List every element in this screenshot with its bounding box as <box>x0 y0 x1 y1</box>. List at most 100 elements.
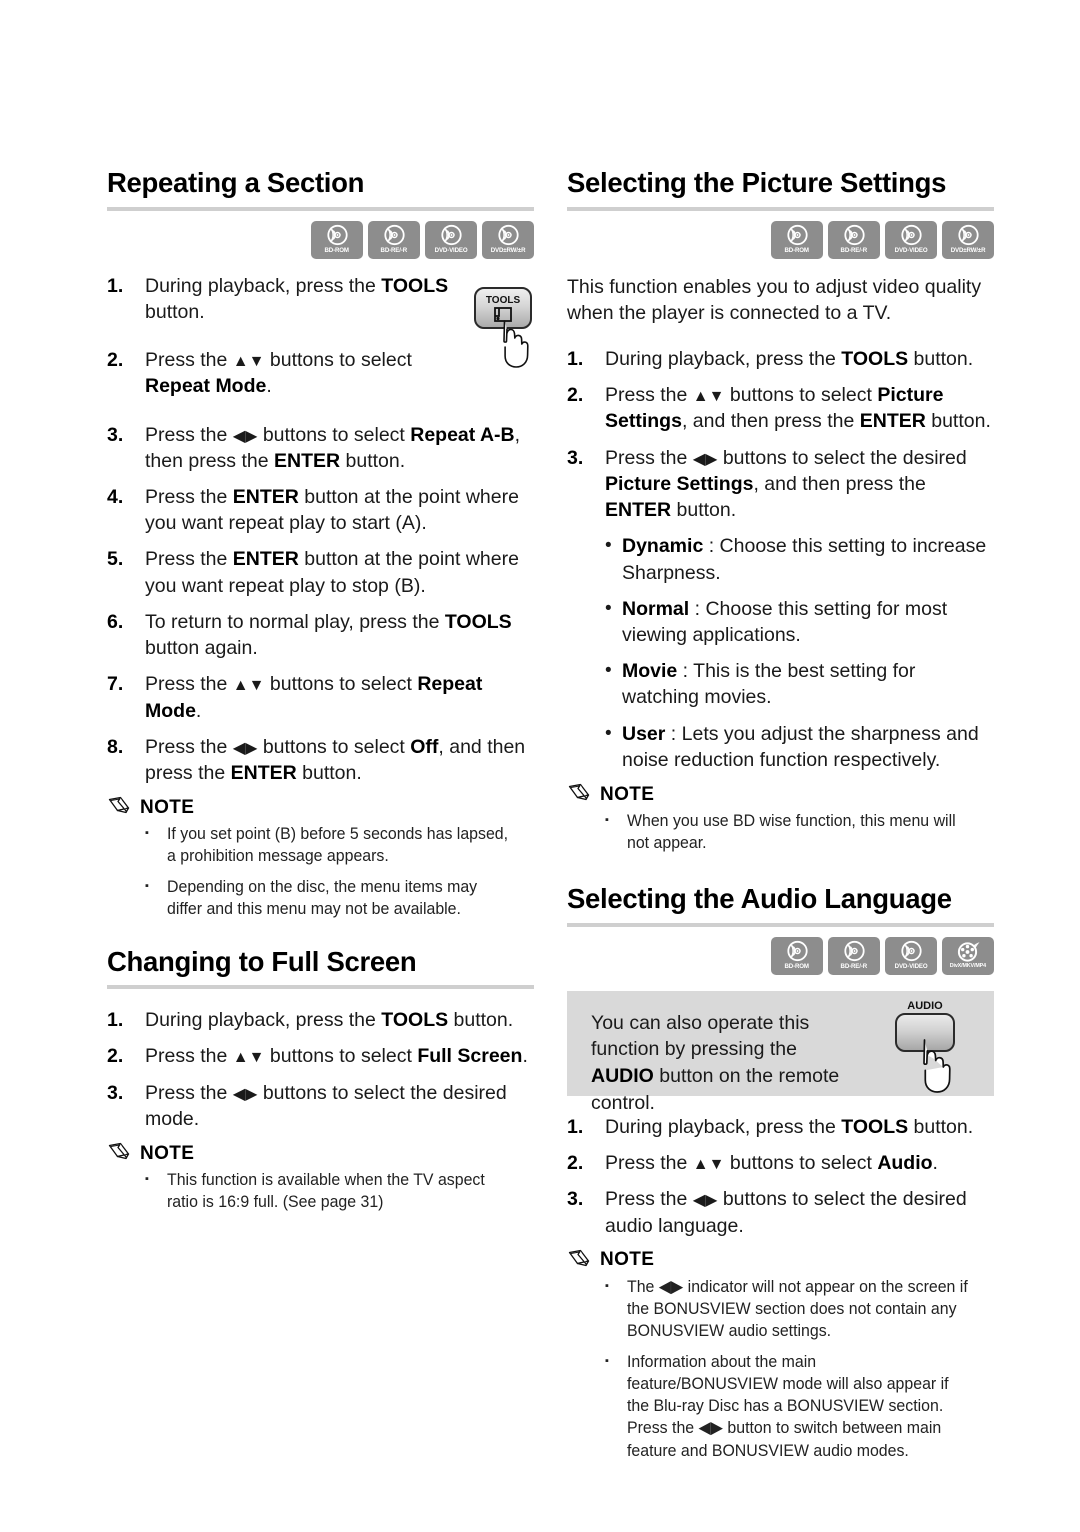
sub-bullet-item: • User : Lets you adjust the sharpness an… <box>567 721 994 773</box>
intro-paragraph: This function enables you to adjust vide… <box>567 275 982 324</box>
disc-icon <box>383 224 405 245</box>
numbered-step: 3. Press the ◀▶ buttons to select the des… <box>567 1186 994 1238</box>
step-number: 1. <box>567 1115 584 1138</box>
disc-icon <box>786 224 808 245</box>
emphasis-text: TOOLS <box>381 1009 449 1032</box>
emphasis-text: TOOLS <box>381 274 449 297</box>
heading-rule <box>567 922 994 927</box>
pencil-icon <box>107 1142 131 1165</box>
disc-label: DVD±RW/±R <box>490 246 526 254</box>
step-number: 8. <box>107 735 124 758</box>
numbered-step: 1. During playback, press the TOOLS butto… <box>107 1007 534 1033</box>
numbered-step: 4. Press the ENTER button at the point wh… <box>107 484 534 536</box>
section-audio-language: Selecting the Audio Language BD-ROM BD-R… <box>567 884 994 1461</box>
step-number: 3. <box>107 1081 124 1104</box>
bullet-square-icon: ▪ <box>605 1355 609 1368</box>
emphasis-text: Off <box>410 735 439 758</box>
numbered-step: 2. Press the ▲▼ buttons to select Full Sc… <box>107 1043 534 1069</box>
note-label: NOTE <box>140 796 195 818</box>
numbered-step: 3. Press the ◀▶ buttons to select the des… <box>107 1080 534 1132</box>
section-changing-to-full-screen: Changing to Full Screen 1. During playbac… <box>107 946 534 1214</box>
disc-label: DVD-VIDEO <box>894 962 928 970</box>
step-text: Press the ◀▶ buttons to select Repeat A-… <box>145 423 521 472</box>
note-item: ▪ If you set point (B) before 5 seconds h… <box>107 823 534 867</box>
disc-label: DVD-VIDEO <box>894 246 928 254</box>
step-text: Press the ▲▼ buttons to select Repeat Mo… <box>145 673 483 722</box>
section-repeating-a-section: Repeating a Section BD-ROM BD-RE/-R DVD-… <box>107 168 534 921</box>
heading-rule <box>567 206 994 211</box>
disc-label: DVD-VIDEO <box>434 246 468 254</box>
emphasis-text: TOOLS <box>444 610 512 633</box>
arrow-glyph: ▲▼ <box>232 353 265 371</box>
note-item: ▪ Information about the main feature/BONU… <box>567 1351 994 1461</box>
disc-icon <box>786 940 808 962</box>
sub-bullet-text: Normal : Choose this setting for most vi… <box>622 597 948 646</box>
emphasis-text: Full Screen <box>417 1045 523 1068</box>
note-items-repeating: ▪ If you set point (B) before 5 seconds h… <box>107 823 534 920</box>
sub-bullet-term: User <box>622 722 666 745</box>
sub-bullet-term: Movie <box>622 660 678 683</box>
disc-label: BD-ROM <box>784 962 810 970</box>
arrow-glyph: ▲▼ <box>232 1049 265 1067</box>
note-label: NOTE <box>140 1142 195 1164</box>
page-title-audio-language: Selecting the Audio Language <box>567 883 952 915</box>
step-number: 2. <box>567 384 584 407</box>
step-number: 2. <box>107 1045 124 1068</box>
steps-list-audio-language: 1. During playback, press the TOOLS butto… <box>567 1114 994 1239</box>
disc-icon <box>785 223 810 247</box>
disc-icon <box>440 224 462 245</box>
disc-icon <box>843 940 865 962</box>
emphasis-text: TOOLS <box>841 1115 909 1138</box>
disc-badge: BD-RE/-R <box>368 220 420 259</box>
numbered-step: 5. Press the ENTER button at the point wh… <box>107 546 534 598</box>
disc-badge: BD-ROM <box>311 220 363 259</box>
disc-badge: BD-RE/-R <box>828 936 880 975</box>
sub-bullet-text: User : Lets you adjust the sharpness and… <box>622 722 979 771</box>
disc-icon <box>842 223 867 247</box>
step-number: 4. <box>107 486 124 508</box>
film-reel-icon <box>956 939 981 963</box>
numbered-step: 1. During playback, press the TOOLS butto… <box>567 346 994 372</box>
note-items-full-screen: ▪ This function is available when the TV … <box>107 1169 534 1213</box>
disc-icon <box>497 224 519 245</box>
numbered-step: 3. Press the ◀▶ buttons to select Repeat … <box>107 422 534 474</box>
emphasis-text: ENTER <box>232 548 299 571</box>
tools-button-graphic: TOOLS <box>470 285 540 375</box>
sub-bullet-item: • Movie : This is the best setting for wa… <box>567 658 994 710</box>
emphasis-text: Picture Settings <box>605 472 754 495</box>
emphasis-text: ENTER <box>232 486 299 508</box>
bullet-square-icon: ▪ <box>605 814 609 827</box>
disc-badge: DVD±RW/±R <box>942 220 994 259</box>
step-number: 7. <box>107 673 124 696</box>
bullet-dot-icon: • <box>605 660 612 682</box>
disc-icon <box>439 223 464 247</box>
bullet-square-icon: ▪ <box>145 1173 149 1186</box>
film-reel-icon <box>957 942 979 962</box>
note-block-repeating: NOTE ▪ If you set point (B) before 5 seco… <box>107 796 534 920</box>
left-column: Repeating a Section BD-ROM BD-RE/-R DVD-… <box>107 168 534 1222</box>
disc-icon <box>956 223 981 247</box>
note-block-full-screen: NOTE ▪ This function is available when th… <box>107 1142 534 1213</box>
disc-icon <box>785 939 810 963</box>
page-title-repeating: Repeating a Section <box>107 167 365 198</box>
step-number: 2. <box>107 349 124 372</box>
emphasis-text: ENTER <box>230 761 297 784</box>
arrow-glyph: ◀▶ <box>232 427 258 445</box>
sub-bullet-text: Dynamic : Choose this setting to increas… <box>622 535 987 584</box>
emphasis-text: ENTER <box>605 499 672 522</box>
note-block-picture-settings: NOTE ▪ When you use BD wise function, thi… <box>567 783 994 854</box>
svg-text:TOOLS: TOOLS <box>486 295 521 306</box>
sub-bullet-item: • Normal : Choose this setting for most v… <box>567 596 994 648</box>
page-title-picture-settings: Selecting the Picture Settings <box>567 167 947 198</box>
svg-text:AUDIO: AUDIO <box>907 1000 943 1012</box>
disc-icon <box>496 223 521 247</box>
emphasis-text: TOOLS <box>841 348 909 371</box>
note-label: NOTE <box>600 1249 655 1271</box>
arrow-glyph: ▲▼ <box>692 388 725 406</box>
disc-icon <box>843 224 865 245</box>
arrow-glyph: ◀▶ <box>692 450 718 468</box>
heading-rule <box>107 985 534 990</box>
step-number: 1. <box>567 348 584 371</box>
numbered-step: 7. Press the ▲▼ buttons to select Repeat … <box>107 671 534 723</box>
disc-label: BD-RE/-R <box>380 246 408 254</box>
